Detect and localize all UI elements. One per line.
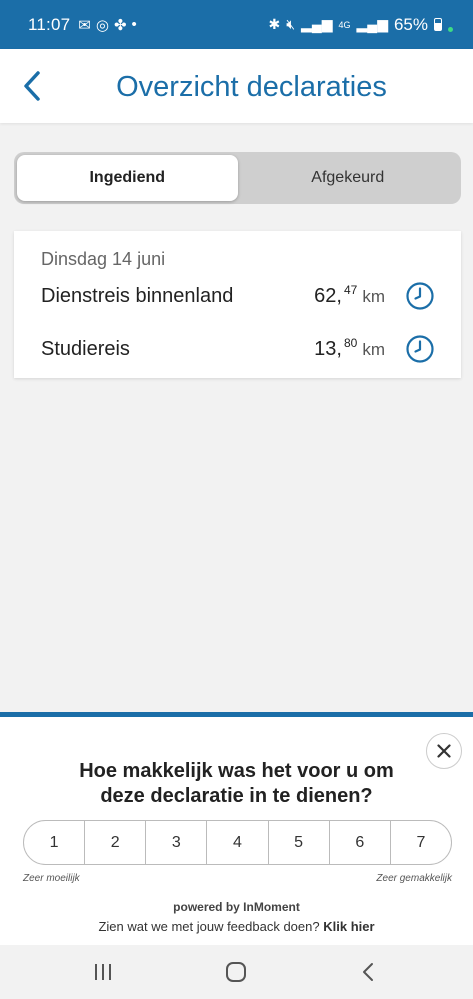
rating-option-1[interactable]: 1 [24,821,86,864]
amount-decimals: 80 [343,335,358,350]
rating-option-6[interactable]: 6 [330,821,391,864]
declaration-amount: 62, 47 km [314,282,385,308]
survey-question: Hoe makkelijk was het voor u om deze dec… [79,760,394,807]
amount-unit: km [362,286,385,306]
status-bar: 11:07 ✉ ◎ ✤ • ✱ 🔇︎ ▂▄▆ 4G ▂▄▆ 65% [0,0,473,49]
close-icon [437,744,451,758]
battery-icon [434,18,442,31]
clock-icon[interactable] [405,281,435,311]
declaration-label: Studiereis [41,337,130,360]
signal-icon: ▂▄▆ [301,16,333,32]
status-time: 11:07 [28,14,71,34]
recent-apps-icon[interactable] [89,959,117,985]
feedback-survey-panel: Hoe makkelijk was het voor u om deze dec… [0,712,473,945]
declaration-date: Dinsdag 14 juni [41,249,166,269]
gmail-icon: ✉ [78,16,91,34]
back-nav-icon[interactable] [355,959,383,985]
rating-option-5[interactable]: 5 [269,821,330,864]
declaration-card: Dinsdag 14 juni Dienstreis binnenland 62… [14,231,461,378]
rating-option-3[interactable]: 3 [146,821,208,864]
amount-integer: 62, [314,284,342,307]
mute-icon: 🔇︎ [286,16,296,32]
status-segmented-control: Ingediend Afgekeurd [14,152,461,204]
declaration-amount: 13, 80 km [314,335,385,361]
amount-decimals: 47 [343,282,358,297]
notification-icons: ✉ ◎ ✤ • [78,16,137,34]
app-header: Overzicht declaraties [0,49,473,123]
rating-scale: 1 2 3 4 5 6 7 [23,820,452,865]
feedback-link-prefix: Zien wat we met jouw feedback doen? [98,919,320,934]
system-icons: ✱ 🔇︎ ▂▄▆ 4G ▂▄▆ 65% [268,15,453,35]
declaration-row[interactable]: Dienstreis binnenland 62, 47 km [41,281,435,311]
network-type-label: 4G [338,19,351,30]
declaration-row[interactable]: Studiereis 13, 80 km [41,334,435,364]
whatsapp-icon: ◎ [95,16,109,34]
home-icon[interactable] [222,959,250,985]
scale-label-low: Zeer moeilijk [23,873,80,884]
amount-integer: 13, [314,337,342,360]
scale-label-high: Zeer gemakkelijk [376,873,452,884]
slack-icon: ✤ [113,16,127,34]
battery-percentage: 65% [393,14,428,34]
rating-option-7[interactable]: 7 [391,821,451,864]
signal-icon-2: ▂▄▆ [356,16,388,32]
page-title: Overzicht declaraties [116,71,387,103]
amount-unit: km [362,339,385,359]
powered-by-text: powered by InMoment [173,900,300,914]
clock-icon[interactable] [405,334,435,364]
close-survey-button[interactable] [426,733,462,769]
privacy-dot-icon [448,27,453,32]
declaration-label: Dienstreis binnenland [41,284,234,307]
feedback-link[interactable]: Klik hier [323,919,374,934]
more-dot-icon: • [131,16,137,33]
system-navigation-bar [0,945,473,999]
rating-option-2[interactable]: 2 [85,821,147,864]
feedback-link-line: Zien wat we met jouw feedback doen? Klik… [0,919,473,934]
rating-option-4[interactable]: 4 [207,821,269,864]
bluetooth-icon: ✱ [268,16,281,32]
tab-ingediend[interactable]: Ingediend [17,155,238,201]
tab-afgekeurd[interactable]: Afgekeurd [238,155,459,201]
